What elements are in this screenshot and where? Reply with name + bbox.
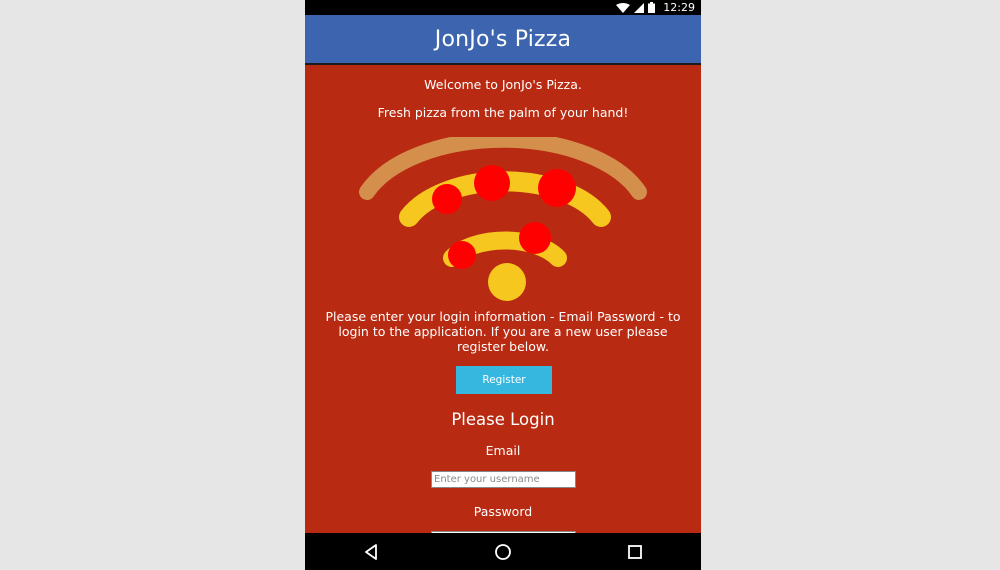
- status-time: 12:29: [663, 1, 695, 14]
- wifi-pizza-logo-icon: [359, 137, 647, 301]
- login-instructions: Please enter your login information - Em…: [325, 309, 681, 354]
- register-button[interactable]: Register: [456, 366, 552, 394]
- app-bar: JonJo's Pizza: [305, 15, 701, 65]
- status-bar: 12:29: [305, 0, 701, 15]
- back-icon: [365, 543, 377, 560]
- inner-slice: [443, 222, 567, 269]
- login-heading: Please Login: [451, 410, 555, 429]
- recents-button[interactable]: [615, 537, 655, 567]
- navigation-bar: [305, 533, 701, 570]
- email-label: Email: [485, 443, 521, 458]
- back-button[interactable]: [351, 537, 391, 567]
- email-input[interactable]: [431, 471, 576, 488]
- app-title: JonJo's Pizza: [434, 26, 572, 52]
- content-scroll-area[interactable]: Welcome to JonJo's Pizza. Fresh pizza fr…: [305, 65, 701, 533]
- phone-screen: 12:29 JonJo's Pizza Welcome to JonJo's P…: [305, 0, 701, 570]
- middle-slice: [399, 165, 611, 227]
- home-icon: [495, 543, 511, 560]
- wifi-icon: [616, 2, 631, 13]
- recents-icon: [628, 544, 642, 559]
- password-label: Password: [473, 504, 533, 519]
- tagline-text: Fresh pizza from the palm of your hand!: [377, 105, 629, 120]
- home-button[interactable]: [483, 537, 523, 567]
- signal-icon: [634, 2, 645, 13]
- welcome-text: Welcome to JonJo's Pizza.: [424, 77, 582, 92]
- dot: [488, 263, 526, 301]
- status-icons: 12:29: [616, 0, 695, 15]
- battery-icon: [648, 2, 656, 13]
